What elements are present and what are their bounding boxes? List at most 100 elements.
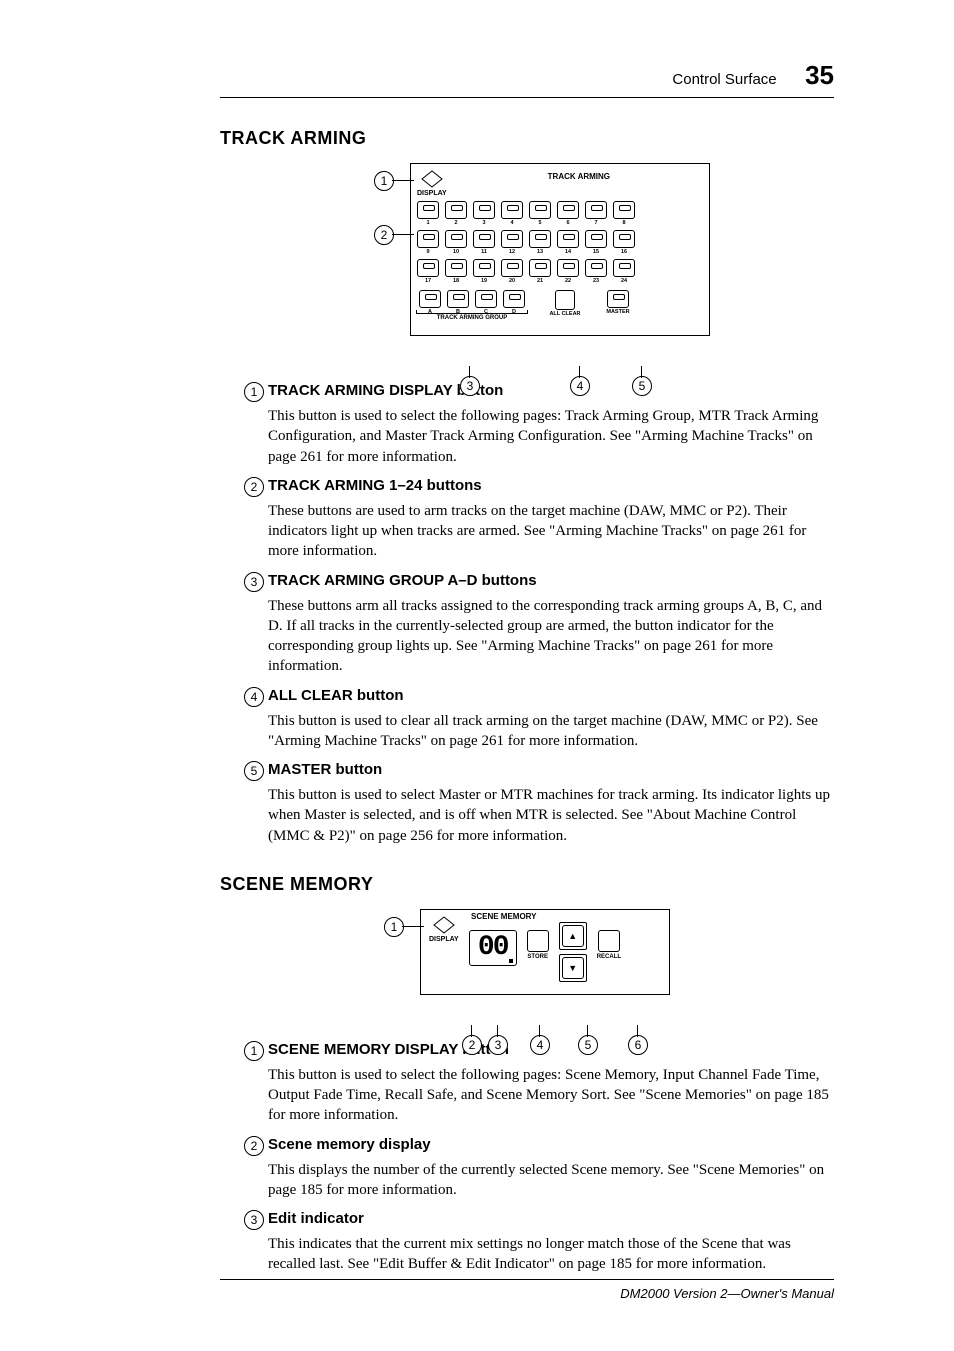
item-number: 2 bbox=[244, 1136, 264, 1156]
display-button-icon bbox=[421, 170, 443, 188]
track-arming-button-label: 5 bbox=[538, 220, 541, 226]
item-title: MASTER button bbox=[268, 761, 382, 781]
description-item-body: This button is used to clear all track a… bbox=[268, 711, 834, 752]
track-arming-button-label: 16 bbox=[621, 249, 627, 255]
description-item-heading: 3Edit indicator bbox=[240, 1210, 834, 1230]
panel-title: TRACK ARMING bbox=[455, 172, 703, 181]
track-arming-button[interactable]: 2 bbox=[445, 201, 467, 226]
scene-memory-panel: SCENE MEMORY DISPLAY 00 STORE ▲ bbox=[420, 909, 670, 995]
track-arming-button-label: 22 bbox=[565, 278, 571, 284]
track-arming-button[interactable]: 15 bbox=[585, 230, 607, 255]
callout-2: 2 bbox=[374, 225, 394, 245]
track-arming-button-label: 21 bbox=[537, 278, 543, 284]
up-arrow-icon: ▲ bbox=[568, 931, 577, 941]
up-button-frame: ▲ bbox=[559, 922, 587, 950]
item-number: 4 bbox=[244, 687, 264, 707]
track-arming-rows: 123456789101112131415161718192021222324 bbox=[417, 201, 703, 284]
track-arming-button[interactable]: 22 bbox=[557, 259, 579, 284]
description-item-heading: 4ALL CLEAR button bbox=[240, 687, 834, 707]
header-section: Control Surface bbox=[672, 71, 776, 88]
track-arming-button[interactable]: 23 bbox=[585, 259, 607, 284]
scene-up-button[interactable]: ▲ bbox=[562, 925, 584, 947]
down-arrow-icon: ▼ bbox=[568, 963, 577, 973]
track-arming-button-label: 12 bbox=[509, 249, 515, 255]
sm-callout-5: 5 bbox=[578, 1035, 598, 1055]
callout-4: 4 bbox=[570, 376, 590, 396]
track-arming-button[interactable]: 16 bbox=[613, 230, 635, 255]
page-footer: DM2000 Version 2—Owner's Manual bbox=[220, 1279, 834, 1301]
track-arming-button[interactable]: 6 bbox=[557, 201, 579, 226]
item-number: 3 bbox=[244, 1210, 264, 1230]
description-item-heading: 3TRACK ARMING GROUP A–D buttons bbox=[240, 572, 834, 592]
all-clear-label: ALL CLEAR bbox=[549, 311, 580, 317]
sm-callout-3: 3 bbox=[488, 1035, 508, 1055]
track-arming-button[interactable]: 18 bbox=[445, 259, 467, 284]
track-arming-button[interactable]: 10 bbox=[445, 230, 467, 255]
scene-memory-lcd-value: 00 bbox=[478, 932, 508, 963]
master-button[interactable] bbox=[607, 290, 629, 308]
track-arming-button[interactable]: 11 bbox=[473, 230, 495, 255]
down-button-frame: ▼ bbox=[559, 954, 587, 982]
track-arming-button[interactable]: 4 bbox=[501, 201, 523, 226]
scene-memory-figure: 1 SCENE MEMORY DISPLAY 00 STORE bbox=[420, 909, 670, 1025]
track-arming-button[interactable]: 14 bbox=[557, 230, 579, 255]
description-item-heading: 1TRACK ARMING DISPLAY button bbox=[240, 382, 834, 402]
item-title: ALL CLEAR button bbox=[268, 687, 404, 707]
track-arming-button-label: 23 bbox=[593, 278, 599, 284]
track-arming-button-label: 9 bbox=[426, 249, 429, 255]
track-arming-button-label: 19 bbox=[481, 278, 487, 284]
track-arming-group-button[interactable]: B bbox=[447, 290, 469, 315]
all-clear-button[interactable] bbox=[555, 290, 575, 310]
track-arming-button[interactable]: 1 bbox=[417, 201, 439, 226]
store-button[interactable] bbox=[527, 930, 549, 952]
track-arming-button-label: 13 bbox=[537, 249, 543, 255]
track-arming-panel: DISPLAY TRACK ARMING 1234567891011121314… bbox=[410, 163, 710, 336]
track-arming-button[interactable]: 5 bbox=[529, 201, 551, 226]
track-arming-button[interactable]: 21 bbox=[529, 259, 551, 284]
track-arming-group-button[interactable]: D bbox=[503, 290, 525, 315]
track-arming-button[interactable]: 3 bbox=[473, 201, 495, 226]
scene-memory-lcd: 00 bbox=[469, 930, 517, 966]
track-arming-button-label: 17 bbox=[425, 278, 431, 284]
scene-down-button[interactable]: ▼ bbox=[562, 957, 584, 979]
recall-button[interactable] bbox=[598, 930, 620, 952]
track-arming-row: 1 2 3 4 5 6 7 8 bbox=[417, 201, 703, 226]
track-arming-button[interactable]: 24 bbox=[613, 259, 635, 284]
track-arming-group-button[interactable]: A bbox=[419, 290, 441, 315]
recall-label: RECALL bbox=[597, 954, 621, 960]
item-title: Edit indicator bbox=[268, 1210, 364, 1230]
item-title: TRACK ARMING GROUP A–D buttons bbox=[268, 572, 537, 592]
track-arming-group-button[interactable]: C bbox=[475, 290, 497, 315]
sm-callout-6: 6 bbox=[628, 1035, 648, 1055]
header-page-number: 35 bbox=[805, 60, 834, 90]
callout-1: 1 bbox=[374, 171, 394, 191]
track-arming-button[interactable]: 20 bbox=[501, 259, 523, 284]
track-arming-button[interactable]: 19 bbox=[473, 259, 495, 284]
track-arming-button[interactable]: 12 bbox=[501, 230, 523, 255]
callout-3: 3 bbox=[460, 376, 480, 396]
track-arming-button[interactable]: 9 bbox=[417, 230, 439, 255]
track-arming-button-label: 2 bbox=[454, 220, 457, 226]
section-title-scene-memory: SCENE MEMORY bbox=[220, 874, 834, 895]
track-arming-row: 17 18 19 20 21 22 23 24 bbox=[417, 259, 703, 284]
track-arming-button[interactable]: 17 bbox=[417, 259, 439, 284]
sm-callout-4: 4 bbox=[530, 1035, 550, 1055]
track-arming-button-label: 8 bbox=[622, 220, 625, 226]
track-arming-button-label: 6 bbox=[566, 220, 569, 226]
track-arming-button-label: 4 bbox=[510, 220, 513, 226]
page: Control Surface 35 TRACK ARMING 1 2 DISP… bbox=[0, 0, 954, 1351]
section-title-track-arming: TRACK ARMING bbox=[220, 128, 834, 149]
display-label: DISPLAY bbox=[417, 190, 447, 197]
item-number: 2 bbox=[244, 477, 264, 497]
track-arming-bottom-row: ABCD TRACK ARMING GROUP ALL CLEAR MASTER bbox=[417, 290, 703, 321]
track-arming-button[interactable]: 13 bbox=[529, 230, 551, 255]
sm-callout-1: 1 bbox=[384, 917, 404, 937]
description-item-body: This button is used to select the follow… bbox=[268, 1065, 834, 1126]
track-arming-button[interactable]: 7 bbox=[585, 201, 607, 226]
description-item-body: This button is used to select the follow… bbox=[268, 406, 834, 467]
callout-5: 5 bbox=[632, 376, 652, 396]
track-arming-button-label: 11 bbox=[481, 249, 487, 255]
sm-display-button-icon bbox=[433, 916, 455, 934]
description-item-body: This button is used to select Master or … bbox=[268, 785, 834, 846]
track-arming-button[interactable]: 8 bbox=[613, 201, 635, 226]
